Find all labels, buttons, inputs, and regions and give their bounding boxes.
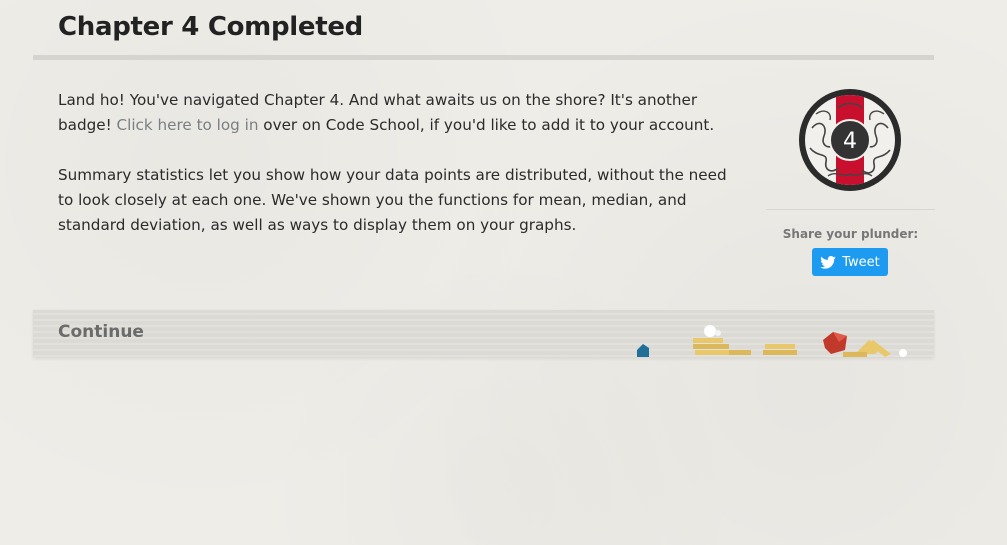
page-title: Chapter 4 Completed <box>58 12 363 42</box>
intro-text-end: over on Code School, if you'd like to ad… <box>258 116 715 134</box>
sidebar-divider <box>766 209 935 210</box>
continue-button[interactable]: Continue <box>33 309 934 357</box>
badge-graphic: 4 <box>799 89 901 191</box>
title-divider <box>33 55 934 60</box>
summary-paragraph: Summary statistics let you show how your… <box>58 166 727 234</box>
treasure-illustration <box>637 325 907 357</box>
chapter-badge: 4 <box>798 88 902 192</box>
share-label: Share your plunder: <box>782 227 919 241</box>
badge-number: 4 <box>843 129 857 154</box>
tweet-label: Tweet <box>842 254 880 270</box>
continue-label: Continue <box>58 322 144 342</box>
intro-paragraph: Land ho! You've navigated Chapter 4. And… <box>58 88 738 138</box>
login-link[interactable]: Click here to log in <box>117 116 259 134</box>
twitter-bird-icon <box>820 255 837 269</box>
main-content: Land ho! You've navigated Chapter 4. And… <box>58 88 738 263</box>
tweet-button[interactable]: Tweet <box>812 248 888 276</box>
